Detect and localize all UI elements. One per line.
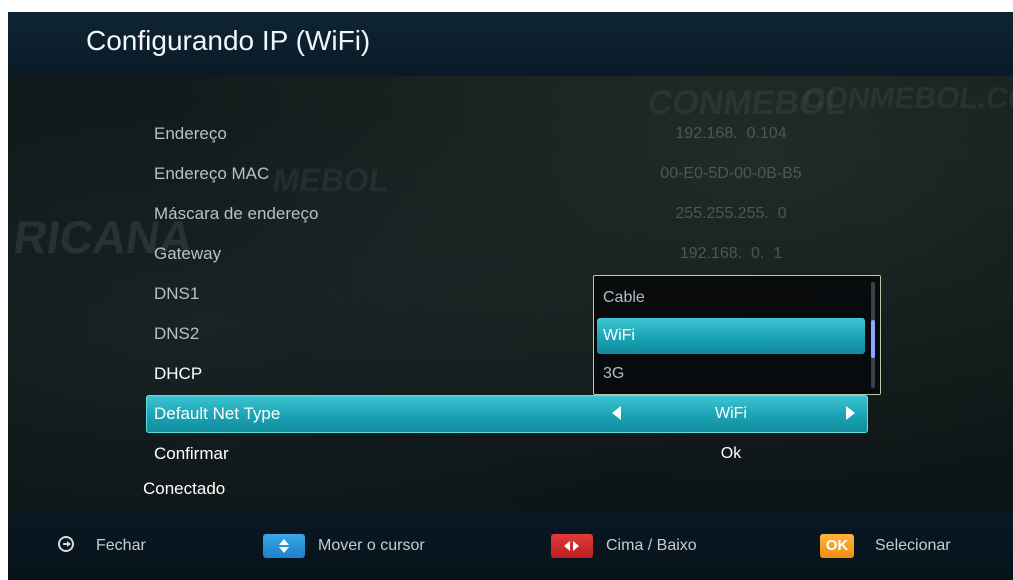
row-endereco[interactable]: Endereço 192.168. 0.104 — [146, 115, 868, 153]
row-gateway[interactable]: Gateway 192.168. 0. 1 — [146, 235, 868, 273]
tv-screen: CONMEBOL CONMEBOL.COM RICANA MEBOL Confi… — [8, 12, 1013, 580]
scrollbar-thumb[interactable] — [871, 320, 875, 358]
ok-key-icon: OK — [820, 534, 854, 558]
footer-close[interactable]: Fechar — [58, 534, 168, 558]
footer-select[interactable]: OK Selecionar — [820, 534, 990, 558]
dropdown-option-cable[interactable]: Cable — [597, 280, 865, 316]
footer-bar: Fechar Mover o cursor Cima / Baixo OK Se… — [8, 510, 1013, 580]
row-label: DHCP — [154, 364, 203, 383]
row-label: Gateway — [154, 244, 222, 263]
option-label: 3G — [603, 365, 625, 382]
dropdown-option-wifi[interactable]: WiFi — [597, 318, 865, 354]
page-title: Configurando IP (WiFi) — [86, 25, 371, 56]
arrow-left-icon[interactable] — [612, 406, 621, 420]
red-key-icon — [551, 534, 593, 558]
net-type-dropdown[interactable]: Cable WiFi 3G — [593, 275, 881, 395]
row-label: Default Net Type — [154, 404, 281, 423]
row-value: 192.168. 0. 1 — [679, 245, 783, 262]
row-value: 255.255.255. 0 — [675, 205, 787, 222]
arrow-right-icon[interactable] — [846, 406, 855, 420]
exit-icon — [58, 536, 74, 552]
footer-move-cursor[interactable]: Mover o cursor — [263, 534, 463, 558]
dropdown-scrollbar[interactable] — [871, 282, 875, 388]
row-value: WiFi — [715, 405, 747, 422]
dropdown-option-3g[interactable]: 3G — [597, 356, 865, 392]
row-label: DNS1 — [154, 284, 200, 303]
blue-key-icon — [263, 534, 305, 558]
select-label: Selecionar — [875, 537, 951, 554]
row-label: Confirmar — [154, 444, 229, 463]
bg-sign-2: CONMEBOL.COM — [800, 82, 1013, 115]
confirm-ok-button[interactable]: Ok — [626, 445, 836, 463]
connection-status: Conectado — [143, 479, 226, 498]
row-label: Endereço — [154, 124, 227, 143]
row-default-net-type[interactable]: Default Net Type WiFi — [146, 395, 868, 433]
close-label: Fechar — [96, 537, 146, 554]
row-value: 00-E0-5D-00-0B-B5 — [660, 165, 802, 182]
move-cursor-label: Mover o cursor — [318, 537, 425, 554]
row-endereco-mac[interactable]: Endereço MAC 00-E0-5D-00-0B-B5 — [146, 155, 868, 193]
row-label: Máscara de endereço — [154, 204, 319, 223]
option-label: Cable — [603, 289, 645, 306]
row-value: 192.168. 0.104 — [675, 125, 787, 142]
option-label: WiFi — [603, 327, 635, 344]
row-mascara[interactable]: Máscara de endereço 255.255.255. 0 — [146, 195, 868, 233]
up-down-label: Cima / Baixo — [606, 537, 697, 554]
footer-up-down[interactable]: Cima / Baixo — [551, 534, 731, 558]
row-label: DNS2 — [154, 324, 200, 343]
header-bar: Configurando IP (WiFi) — [8, 12, 1013, 76]
row-confirmar[interactable]: Confirmar Ok — [146, 435, 868, 473]
row-label: Endereço MAC — [154, 164, 270, 183]
